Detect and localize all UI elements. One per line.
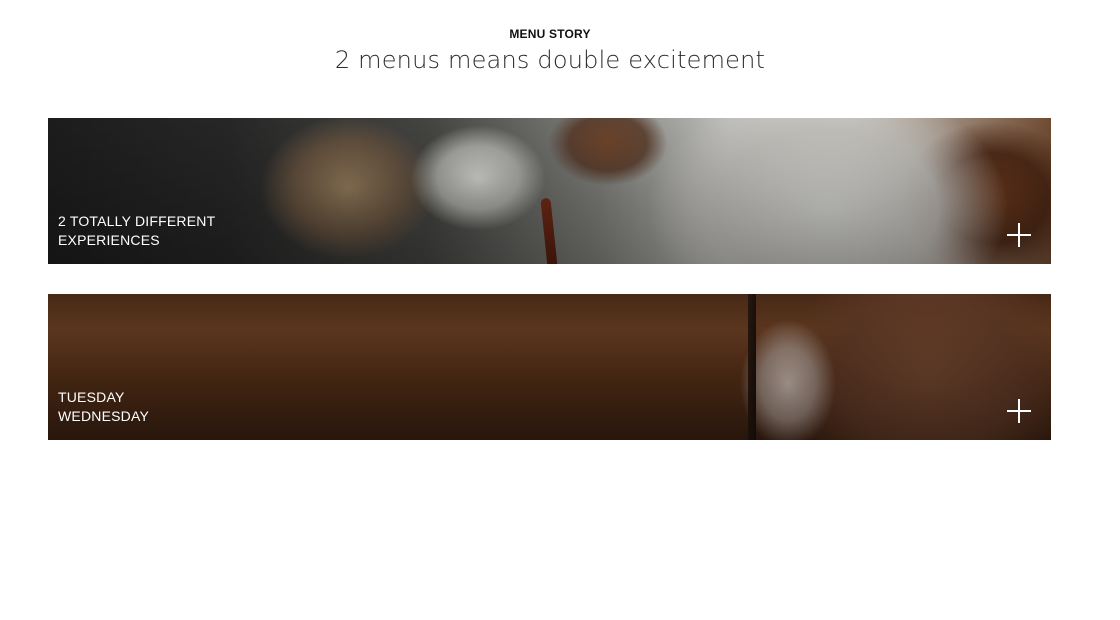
- panel-label-line: 2 TOTALLY DIFFERENT: [58, 213, 216, 229]
- panel-label-line: TUESDAY: [58, 389, 125, 405]
- plus-icon[interactable]: [1007, 223, 1031, 247]
- panel-label: 2 TOTALLY DIFFERENT EXPERIENCES: [58, 212, 215, 250]
- accordion-panel-days[interactable]: TUESDAY WEDNESDAY: [48, 294, 1051, 440]
- panel-label-line: EXPERIENCES: [58, 232, 160, 248]
- accordion-panel-experiences[interactable]: 2 TOTALLY DIFFERENT EXPERIENCES: [48, 118, 1051, 264]
- section-headline: 2 menus means double excitement: [334, 46, 766, 74]
- page: MENU STORY 2 menus means double exciteme…: [0, 0, 1120, 620]
- panel-label-line: WEDNESDAY: [58, 408, 149, 424]
- section-eyebrow: MENU STORY: [509, 27, 591, 41]
- panel-label: TUESDAY WEDNESDAY: [58, 388, 149, 426]
- plus-icon[interactable]: [1007, 399, 1031, 423]
- image-overlay: [48, 294, 1051, 440]
